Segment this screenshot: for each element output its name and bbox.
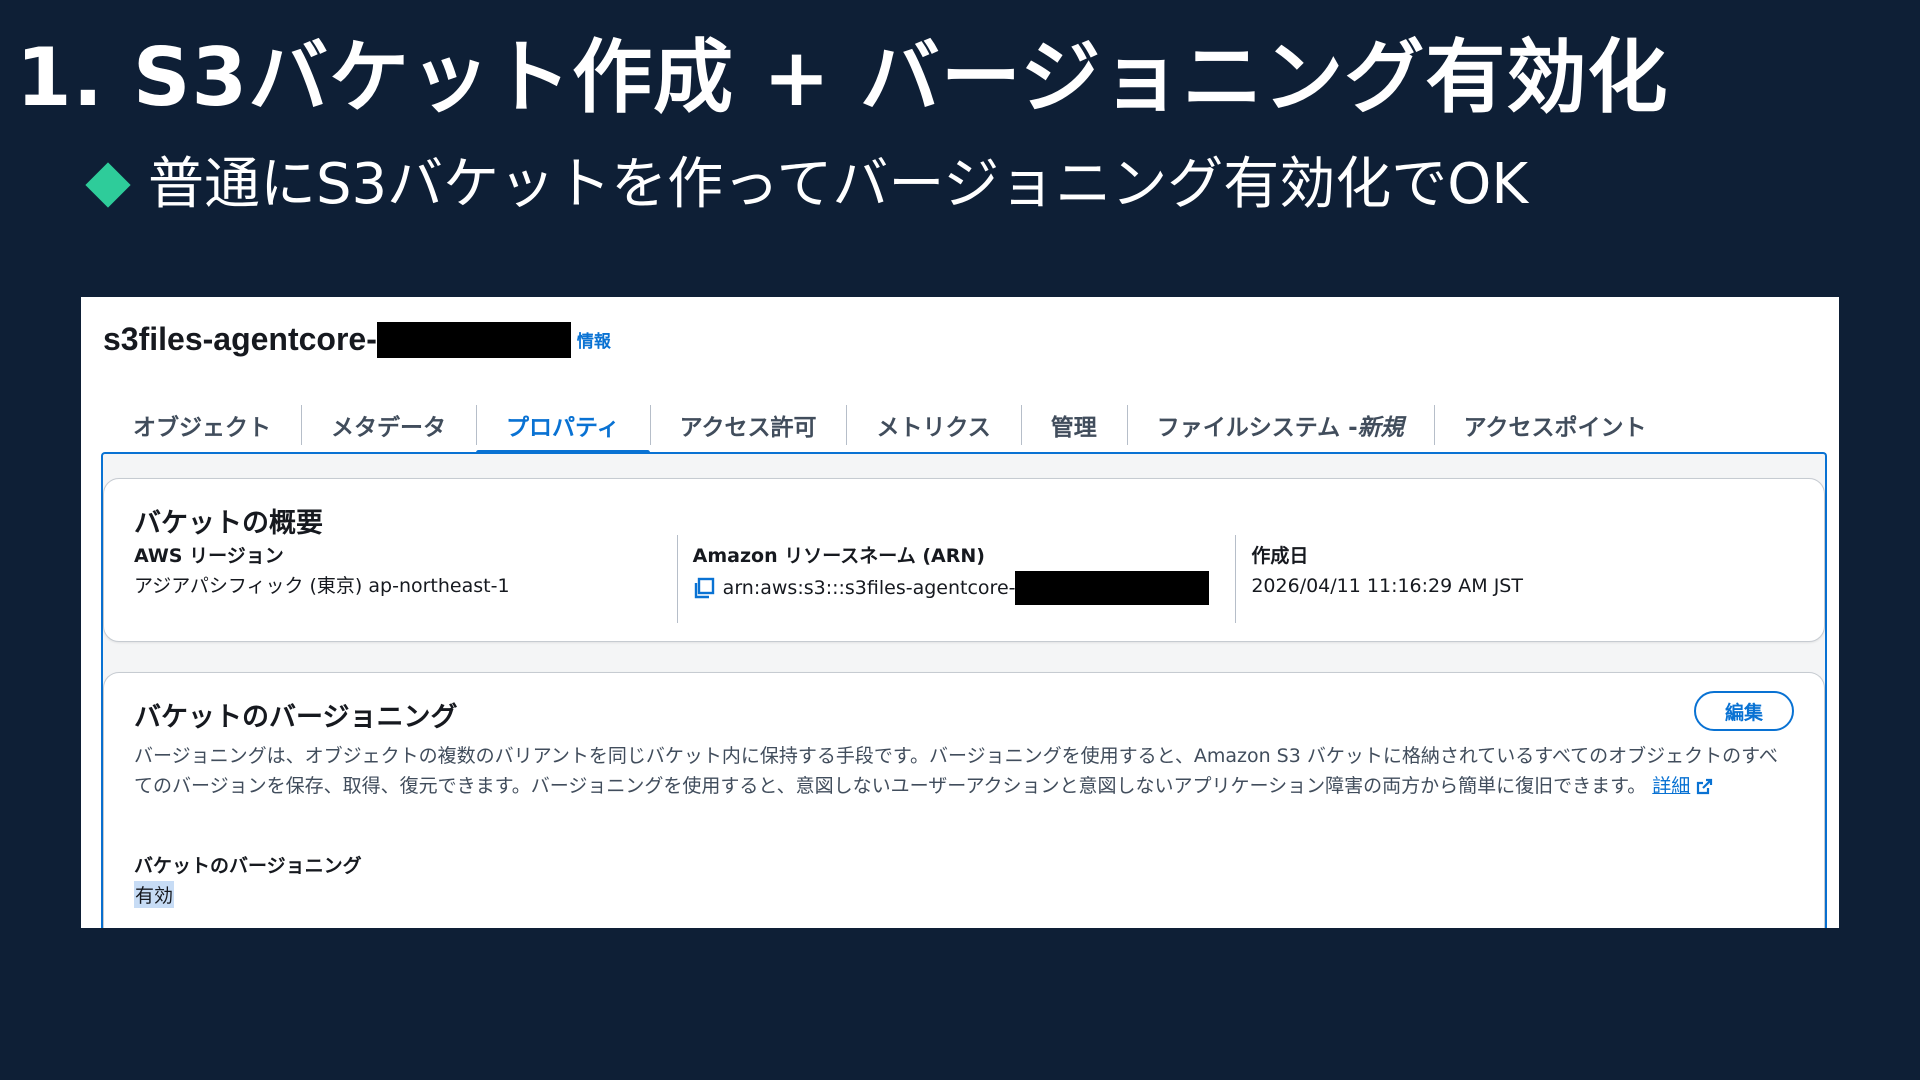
tab-properties[interactable]: プロパティ [476,397,650,455]
diamond-bullet-icon [85,162,131,208]
bucket-overview-card: バケットの概要 AWS リージョン アジアパシフィック (東京) ap-nort… [103,478,1825,642]
tab-management[interactable]: 管理 [1020,397,1127,453]
bucket-tabs: オブジェクト メタデータ プロパティ アクセス許可 メトリクス 管理 ファイルシ… [103,397,1819,455]
region-field: AWS リージョン アジアパシフィック (東京) ap-northeast-1 [134,541,677,605]
bucket-versioning-card: バケットのバージョニング 編集 バージョニングは、オブジェクトの複数のバリアント… [103,672,1825,928]
creation-date-value: 2026/04/11 11:16:29 AM JST [1251,575,1523,597]
s3-console-screenshot: s3files-agentcore- 情報 オブジェクト メタデータ プロパティ… [81,297,1839,928]
slide-title: 1. S3バケット作成 + バージョニング有効化 [16,31,1669,124]
tab-label: メタデータ [331,415,446,441]
versioning-description-text: バージョニングは、オブジェクトの複数のバリアントを同じバケット内に保持する手段で… [134,745,1778,797]
tab-label: アクセス許可 [679,415,817,441]
copy-icon[interactable] [693,577,715,599]
versioning-status-label: バケットのバージョニング [134,855,362,877]
tab-label: ファイルシステム - [1156,415,1358,441]
region-value: アジアパシフィック (東京) ap-northeast-1 [134,575,510,597]
bucket-name: s3files-agentcore- [103,321,377,357]
tab-label: 管理 [1050,415,1097,441]
tab-label: オブジェクト [133,415,271,441]
redacted-bucket-suffix [376,321,571,358]
tab-label: プロパティ [506,415,620,441]
tab-metrics[interactable]: メトリクス [846,397,1020,453]
versioning-title: バケットのバージョニング [134,702,458,733]
tab-label: メトリクス [876,415,991,441]
arn-field: Amazon リソースネーム (ARN) arn:aws:s3:::s3file… [676,535,1236,623]
tab-permissions[interactable]: アクセス許可 [649,397,847,453]
tab-file-system[interactable]: ファイルシステム - 新規 [1126,397,1434,453]
info-link[interactable]: 情報 [577,327,611,352]
creation-date-label: 作成日 [1251,545,1309,567]
overview-fields: AWS リージョン アジアパシフィック (東京) ap-northeast-1 … [134,535,1794,623]
arn-value: arn:aws:s3:::s3files-agentcore- [722,577,1016,599]
tab-objects[interactable]: オブジェクト [103,397,301,453]
edit-versioning-button[interactable]: 編集 [1694,691,1794,731]
tab-metadata[interactable]: メタデータ [301,397,476,453]
tab-access-points[interactable]: アクセスポイント [1433,397,1677,453]
arn-value-row: arn:aws:s3:::s3files-agentcore- [693,571,1216,605]
arn-label: Amazon リソースネーム (ARN) [692,545,985,567]
properties-panel: バケットの概要 AWS リージョン アジアパシフィック (東京) ap-nort… [101,452,1827,928]
tab-new-badge: 新規 [1357,415,1404,441]
learn-more-link[interactable]: 詳細 [1652,771,1713,801]
versioning-status-value: 有効 [134,881,175,908]
redacted-arn-suffix [1015,571,1210,605]
bullet-text: 普通にS3バケットを作ってバージョニング有効化でOK [148,152,1529,217]
slide-bullet: 普通にS3バケットを作ってバージョニング有効化でOK [85,150,1529,220]
tab-label: アクセスポイント [1463,415,1647,441]
external-link-icon [1697,778,1713,794]
versioning-description: バージョニングは、オブジェクトの複数のバリアントを同じバケット内に保持する手段で… [134,741,1794,801]
overview-title: バケットの概要 [134,508,323,539]
bucket-header: s3files-agentcore- 情報 [103,321,611,358]
learn-more-label: 詳細 [1652,775,1691,797]
region-label: AWS リージョン [134,545,284,567]
creation-date-field: 作成日 2026/04/11 11:16:29 AM JST [1235,535,1794,623]
